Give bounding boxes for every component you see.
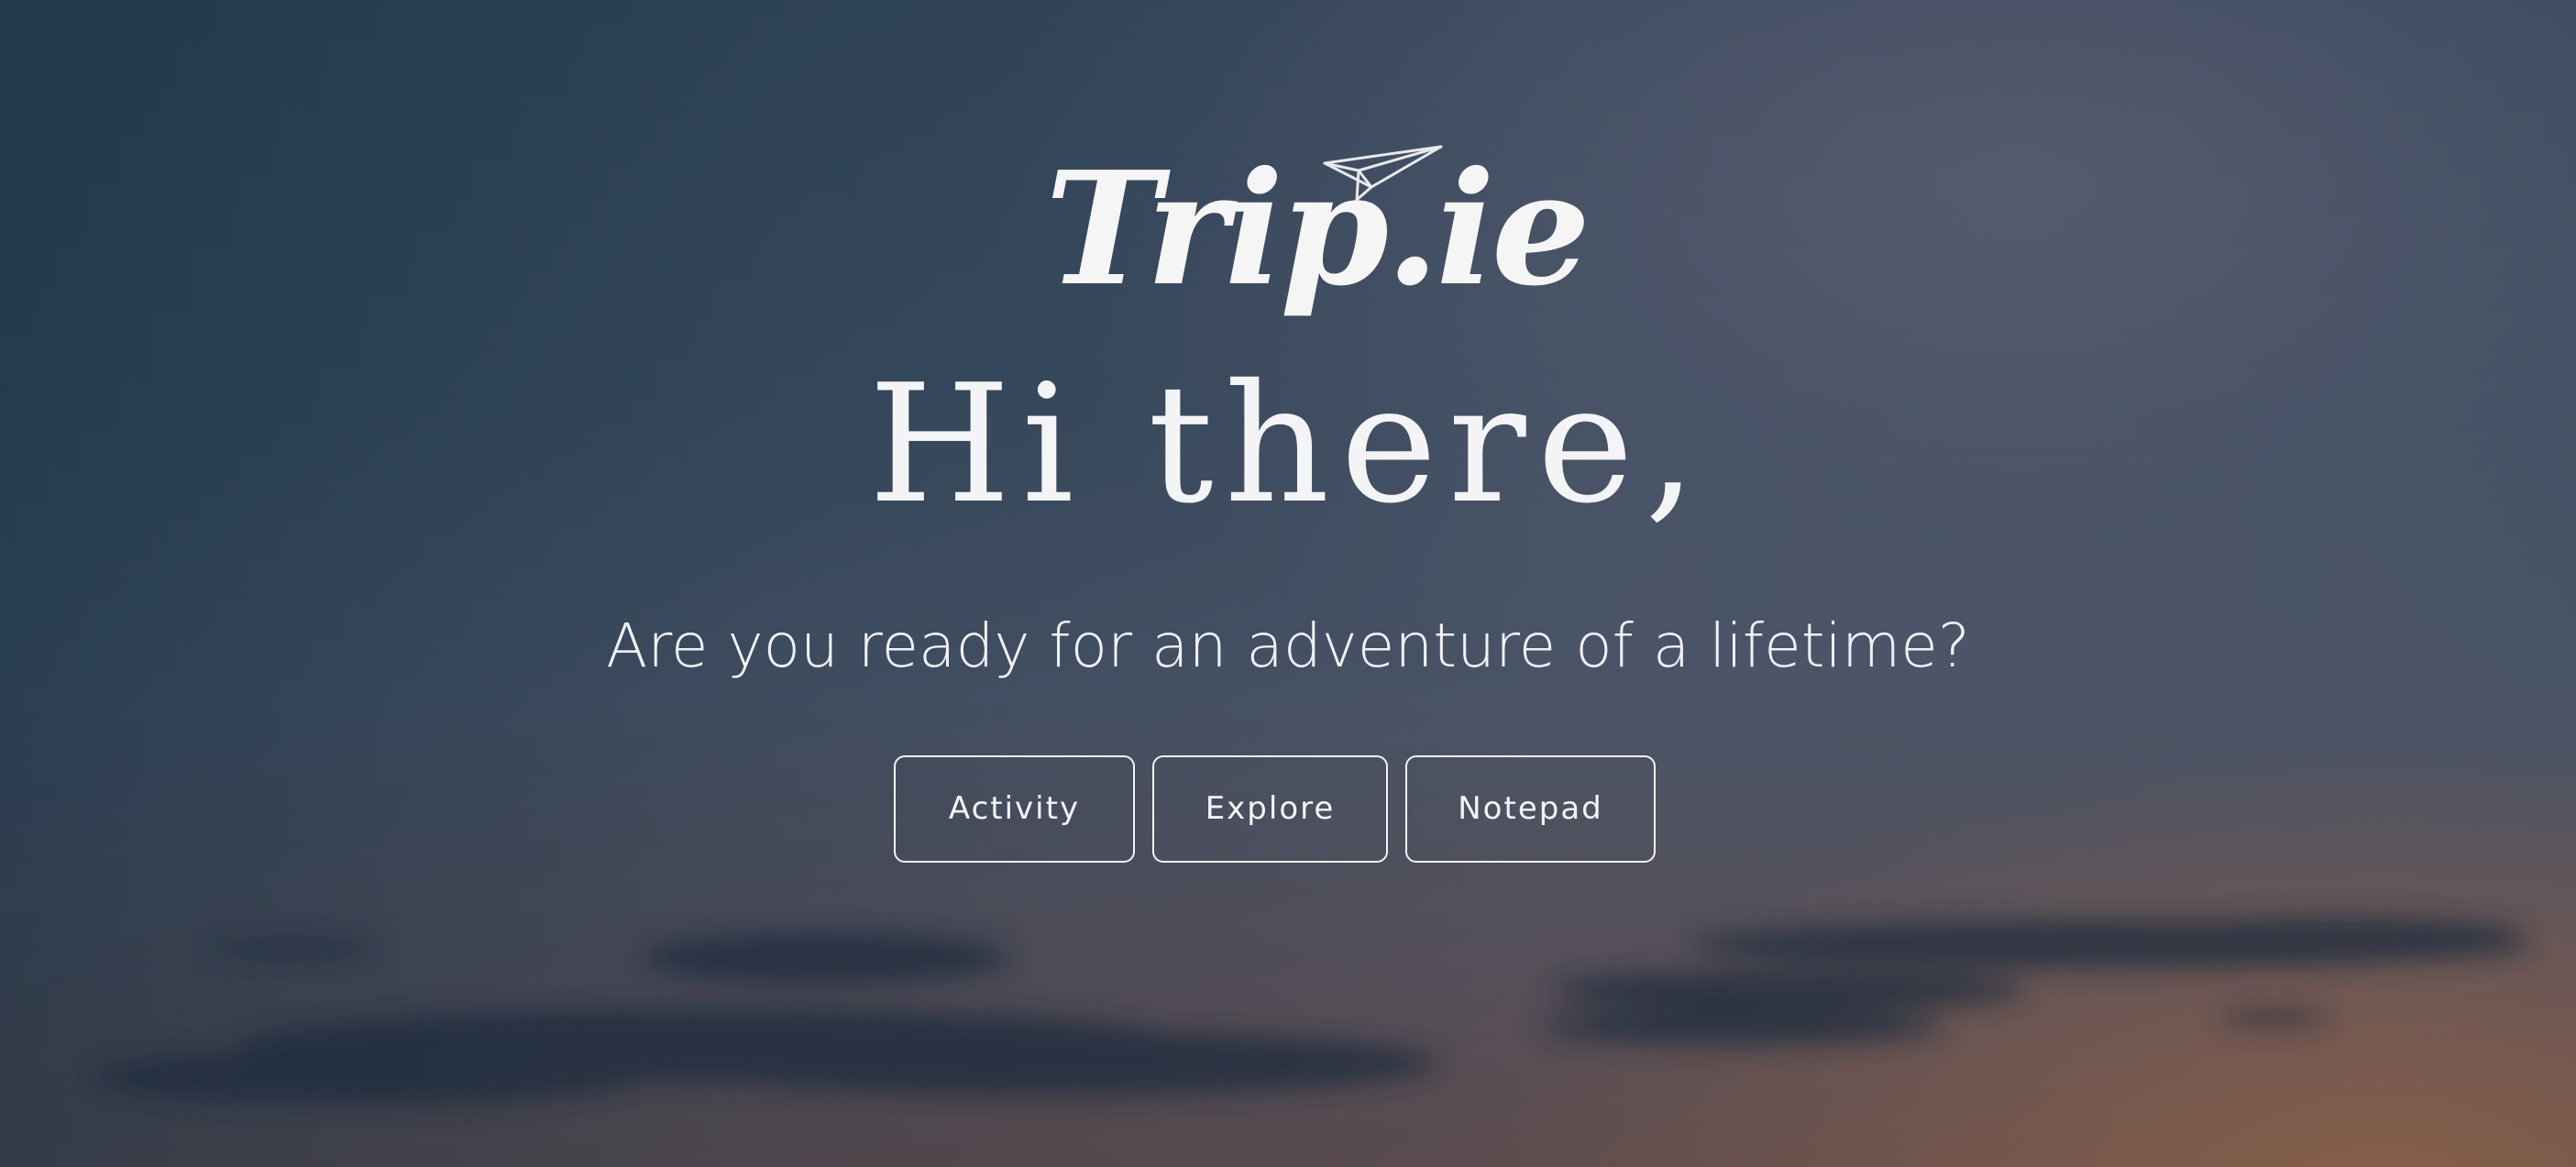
- brand-logo[interactable]: Trip.ie: [1045, 119, 1591, 339]
- paper-plane-icon: [1323, 145, 1443, 202]
- logo-wordmark: Trip.ie: [1045, 138, 1591, 321]
- activity-button[interactable]: Activity: [894, 755, 1135, 863]
- explore-button[interactable]: Explore: [1152, 755, 1388, 863]
- hero-section: Trip.ie Hi there, Are you ready for an a…: [0, 0, 2576, 1167]
- page-title: Hi there,: [868, 349, 1708, 539]
- notepad-button[interactable]: Notepad: [1405, 755, 1656, 863]
- action-buttons: Activity Explore Notepad: [0, 755, 2576, 863]
- page-subtitle: Are you ready for an adventure of a life…: [606, 611, 1970, 681]
